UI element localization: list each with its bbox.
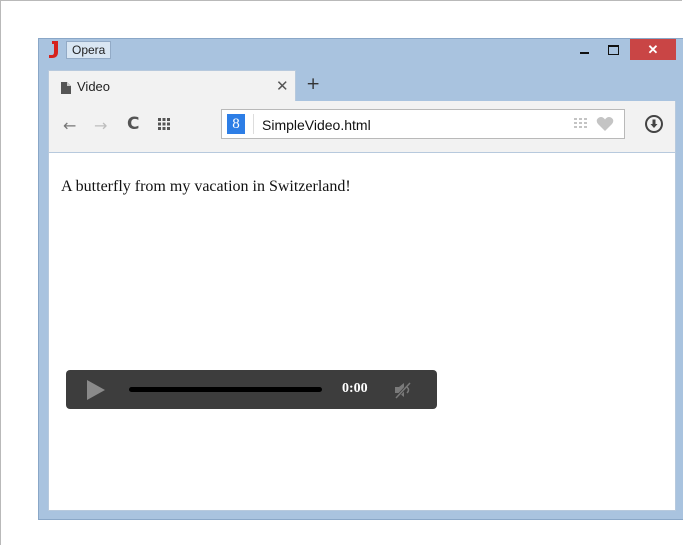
- address-bar[interactable]: 8 SimpleVideo.html: [221, 109, 625, 139]
- back-button[interactable]: ←: [63, 118, 76, 134]
- download-button[interactable]: [645, 115, 663, 133]
- opera-menu-button[interactable]: Opera: [66, 41, 112, 59]
- seek-bar[interactable]: [129, 387, 322, 392]
- url-text[interactable]: SimpleVideo.html: [262, 117, 371, 133]
- search-engine-icon[interactable]: 8: [227, 114, 245, 134]
- close-window-button[interactable]: ✕: [630, 39, 676, 60]
- tab-video[interactable]: Video ✕: [48, 70, 296, 102]
- grid-icon[interactable]: [574, 118, 588, 130]
- maximize-icon: [607, 44, 619, 55]
- page-icon: [61, 82, 71, 94]
- play-icon[interactable]: [87, 380, 105, 400]
- opera-logo-icon[interactable]: [48, 41, 64, 59]
- browser-window: Opera ✕ Video ✕ + ← → C 8 SimpleVideo.ht…: [38, 38, 683, 520]
- reload-button[interactable]: C: [127, 116, 139, 133]
- speed-dial-grid-icon[interactable]: [158, 118, 170, 130]
- title-bar[interactable]: Opera ✕: [39, 39, 683, 67]
- forward-button[interactable]: →: [94, 118, 107, 134]
- mute-icon[interactable]: [393, 380, 413, 400]
- video-player-controls[interactable]: 0:00: [66, 370, 437, 409]
- download-icon: [650, 119, 658, 128]
- heart-icon[interactable]: [596, 116, 614, 132]
- tab-title: Video: [77, 79, 111, 94]
- time-display: 0:00: [342, 381, 368, 396]
- toolbar: ← → C 8 SimpleVideo.html: [48, 101, 676, 152]
- maximize-button[interactable]: [599, 39, 627, 60]
- page-caption: A butterfly from my vacation in Switzerl…: [61, 178, 351, 195]
- url-divider: [253, 114, 254, 134]
- minimize-button[interactable]: [570, 39, 598, 60]
- page-viewport: A butterfly from my vacation in Switzerl…: [48, 152, 676, 511]
- minimize-icon: [579, 51, 589, 54]
- tab-close-icon[interactable]: ✕: [276, 77, 289, 95]
- new-tab-button[interactable]: +: [306, 76, 320, 93]
